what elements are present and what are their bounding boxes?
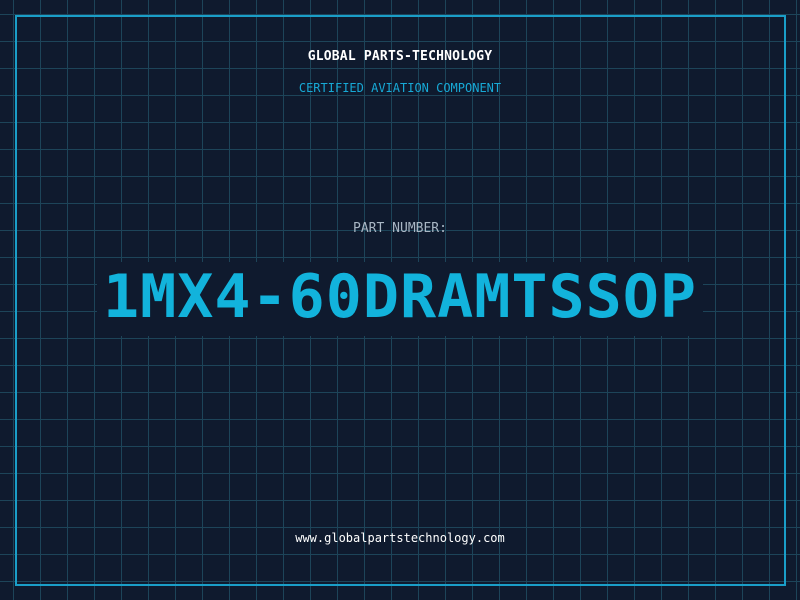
website-link[interactable]: www.globalpartstechnology.com [0, 531, 800, 545]
company-name: GLOBAL PARTS-TECHNOLOGY [307, 49, 493, 64]
certification-subtitle: CERTIFIED AVIATION COMPONENT [298, 81, 502, 95]
part-number-value: 1MX4-60DRAMTSSOP [97, 262, 703, 336]
part-number-container: 1MX4-60DRAMTSSOP [0, 262, 800, 336]
part-number-label: PART NUMBER: [353, 221, 447, 236]
part-label-card: GLOBAL PARTS-TECHNOLOGY CERTIFIED AVIATI… [0, 0, 800, 600]
